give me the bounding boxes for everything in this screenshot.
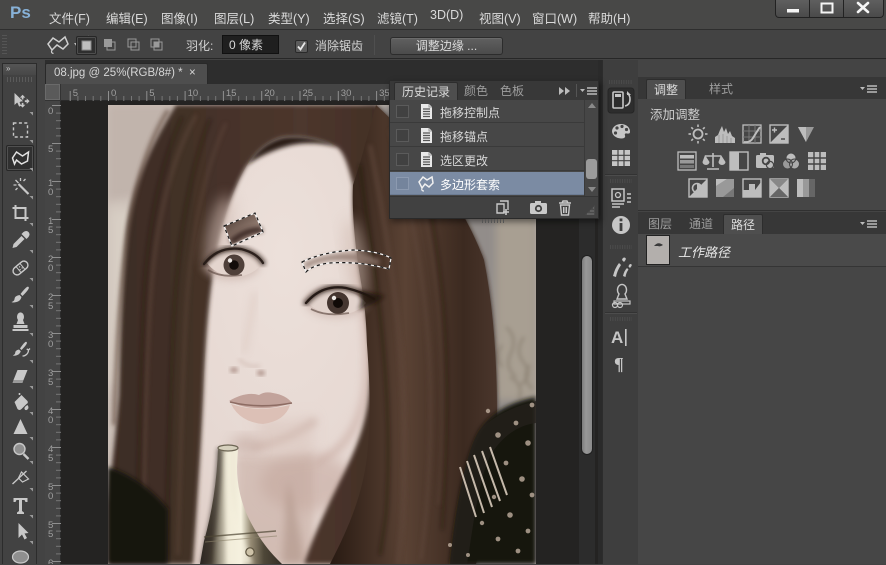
svg-text:55: 55: [48, 520, 53, 540]
svg-text:25: 25: [48, 292, 53, 312]
svg-text:5: 5: [149, 88, 154, 99]
svg-text:60: 60: [48, 558, 53, 564]
svg-text:5: 5: [48, 144, 53, 155]
svg-text:50: 50: [48, 482, 53, 502]
svg-text:¶: ¶: [614, 354, 624, 374]
svg-text:40: 40: [48, 406, 53, 426]
svg-text:5: 5: [73, 88, 78, 99]
svg-text:A: A: [611, 328, 623, 347]
svg-text:10: 10: [48, 178, 53, 198]
svg-text:0: 0: [48, 106, 53, 117]
svg-text:30: 30: [48, 330, 53, 350]
svg-text:0: 0: [111, 88, 116, 99]
svg-text:15: 15: [48, 216, 53, 236]
svg-text:35: 35: [48, 368, 53, 388]
svg-text:20: 20: [48, 254, 53, 274]
svg-text:45: 45: [48, 444, 53, 464]
